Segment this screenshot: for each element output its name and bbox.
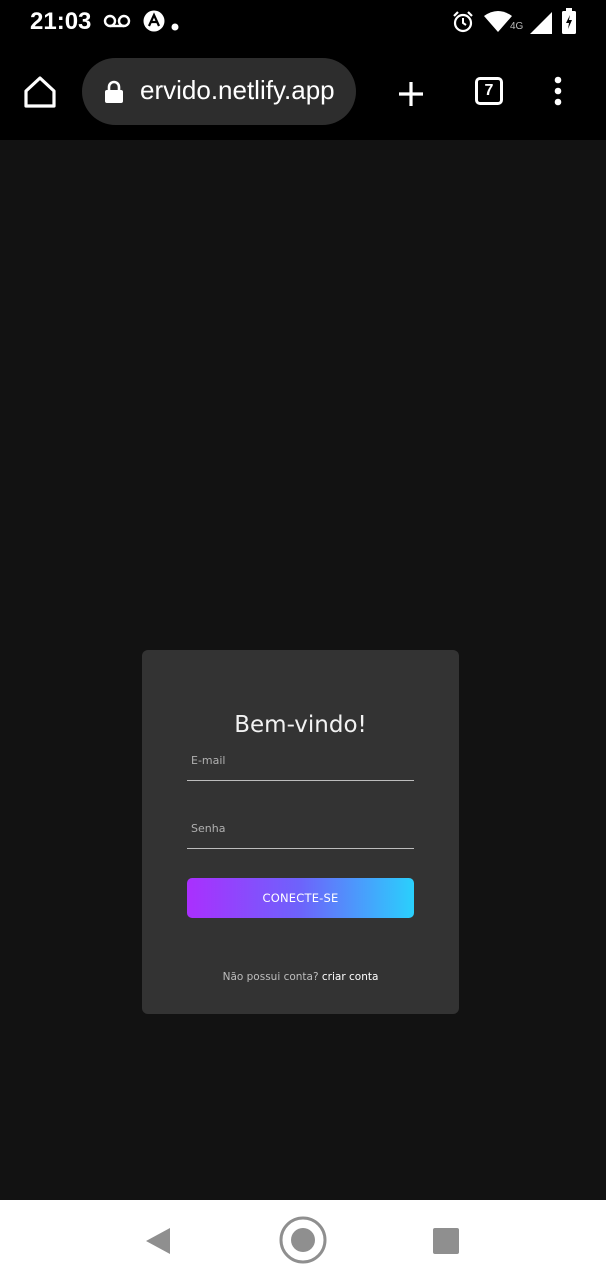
lock-icon	[104, 80, 124, 108]
app-notification-icon	[142, 9, 166, 37]
system-nav-bar	[0, 1200, 606, 1280]
network-type-label: 4G	[510, 21, 524, 32]
voicemail-icon	[103, 12, 131, 34]
status-bar: 21:03 4G	[0, 0, 606, 44]
status-time: 21:03	[30, 8, 92, 35]
back-icon[interactable]	[145, 1227, 171, 1259]
browser-toolbar: ervido.netlify.app 7	[0, 44, 606, 140]
email-field[interactable]	[187, 746, 414, 780]
address-bar[interactable]: ervido.netlify.app	[82, 58, 356, 125]
new-tab-icon[interactable]	[397, 80, 425, 112]
recents-icon[interactable]	[433, 1228, 459, 1258]
more-vert-icon[interactable]	[553, 76, 563, 112]
home-circle-icon[interactable]	[278, 1215, 328, 1269]
create-account-link[interactable]: criar conta	[322, 971, 379, 983]
web-content: Bem-vindo! CONECTE-SE Não possui conta? …	[0, 140, 606, 1200]
url-text[interactable]: ervido.netlify.app	[140, 75, 335, 106]
wifi-icon	[484, 10, 512, 36]
login-button[interactable]: CONECTE-SE	[187, 878, 414, 918]
signal-4g-icon	[530, 10, 552, 38]
tab-count: 7	[484, 82, 494, 99]
tabs-icon[interactable]: 7	[475, 77, 503, 105]
login-title: Bem-vindo!	[234, 712, 367, 738]
dot-icon	[171, 16, 179, 35]
no-account-text: Não possui conta?	[222, 971, 319, 983]
signup-prompt: Não possui conta? criar conta	[142, 971, 459, 983]
password-field[interactable]	[187, 814, 414, 848]
alarm-icon	[451, 10, 475, 38]
home-icon[interactable]	[22, 75, 58, 113]
battery-icon	[562, 8, 576, 38]
login-card: Bem-vindo! CONECTE-SE Não possui conta? …	[142, 650, 459, 1014]
password-field-wrapper	[187, 814, 414, 849]
email-field-wrapper	[187, 746, 414, 781]
